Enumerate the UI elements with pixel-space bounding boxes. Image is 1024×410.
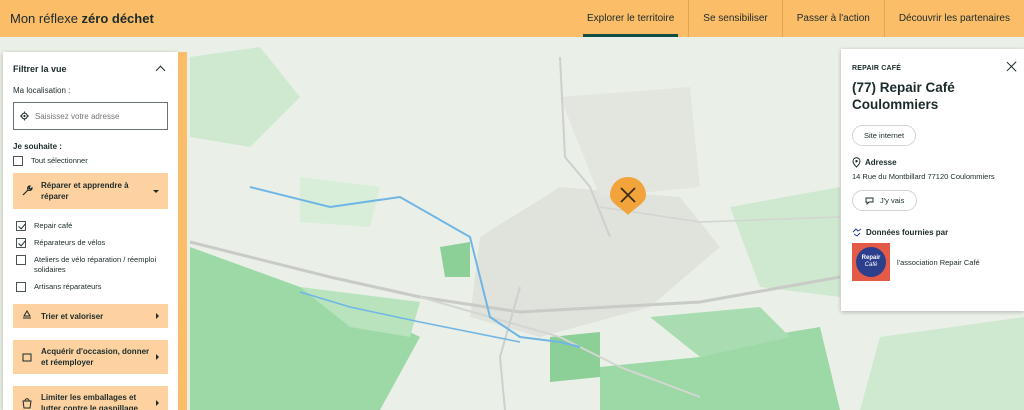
category-occasion[interactable]: Acquérir d'occasion, donner et réemploye… xyxy=(13,340,168,374)
category-emballages[interactable]: Limiter les emballages et lutter contre … xyxy=(13,386,168,410)
category-trier-label: Trier et valoriser xyxy=(41,311,104,321)
nav-explorer[interactable]: Explorer le territoire xyxy=(573,0,688,37)
artisans-checkbox[interactable] xyxy=(16,282,26,292)
nav-action[interactable]: Passer à l'action xyxy=(781,0,884,37)
subitem-velo[interactable]: Réparateurs de vélos xyxy=(3,238,178,248)
address-heading: Adresse xyxy=(852,157,1013,168)
subitem-artisans[interactable]: Artisans réparateurs xyxy=(3,282,178,292)
category-occasion-label: Acquérir d'occasion, donner et réemploye… xyxy=(41,347,150,367)
place-info-panel: REPAIR CAFÉ (77) Repair Café Coulommiers… xyxy=(841,49,1024,311)
brand-bold: zéro déchet xyxy=(81,11,154,26)
address-input[interactable] xyxy=(34,111,161,121)
website-button[interactable]: Site internet xyxy=(852,125,917,146)
directions-icon xyxy=(865,197,874,205)
locate-icon xyxy=(20,111,29,121)
brand-prefix: Mon réflexe xyxy=(10,11,78,26)
select-all-row[interactable]: Tout sélectionner xyxy=(3,156,178,166)
location-pin-icon xyxy=(852,157,861,168)
filter-panel: Filtrer la vue Ma localisation : Je souh… xyxy=(3,52,178,410)
directions-label: J'y vais xyxy=(880,196,905,205)
address-heading-label: Adresse xyxy=(865,158,897,167)
subitem-ateliers[interactable]: Ateliers de vélo réparation / réemploi s… xyxy=(3,255,178,275)
nav-sensibiliser[interactable]: Se sensibiliser xyxy=(688,0,781,37)
ateliers-checkbox[interactable] xyxy=(16,255,26,265)
filter-panel-edge xyxy=(178,52,187,410)
provider-name: l'association Repair Café xyxy=(897,257,980,267)
select-all-checkbox[interactable] xyxy=(13,156,23,166)
site-brand[interactable]: Mon réflexe zéro déchet xyxy=(10,11,154,26)
repair-cafe-checkbox[interactable] xyxy=(16,221,26,231)
map-sport-area xyxy=(550,332,600,382)
caret-right-icon-2 xyxy=(156,354,159,360)
map-park-area-4 xyxy=(440,242,470,277)
repair-cafe-logo: Repair Café xyxy=(852,243,890,281)
repair-cafe-label: Repair café xyxy=(34,221,73,230)
bag-icon xyxy=(22,398,32,409)
provider-row: Repair Café l'association Repair Café xyxy=(852,243,1013,281)
place-type: REPAIR CAFÉ xyxy=(852,65,902,72)
category-trier[interactable]: Trier et valoriser xyxy=(13,304,168,328)
category-emballages-label: Limiter les emballages et lutter contre … xyxy=(41,393,138,410)
artisans-label: Artisans réparateurs xyxy=(34,282,102,291)
filter-title: Filtrer la vue xyxy=(13,64,67,74)
top-header: Mon réflexe zéro déchet Explorer le terr… xyxy=(0,0,1024,37)
place-address: 14 Rue du Montbillard 77120 Coulommiers xyxy=(852,172,995,181)
provider-heading: Données fournies par xyxy=(852,228,1013,237)
category-repair-label: Réparer et apprendre à réparer xyxy=(41,181,129,201)
address-field[interactable] xyxy=(13,102,168,130)
subitem-repair-cafe[interactable]: Repair café xyxy=(3,221,178,231)
handshake-icon xyxy=(852,228,862,237)
location-label: Ma localisation : xyxy=(13,86,71,95)
ateliers-label: Ateliers de vélo réparation / réemploi s… xyxy=(34,255,157,274)
caret-right-icon xyxy=(156,313,159,319)
recycle-icon xyxy=(23,310,31,319)
main-nav: Explorer le territoire Se sensibiliser P… xyxy=(573,0,1024,37)
category-repair[interactable]: Réparer et apprendre à réparer xyxy=(13,173,168,209)
hand-icon xyxy=(22,353,32,362)
filter-header[interactable]: Filtrer la vue xyxy=(3,52,178,76)
caret-down-icon xyxy=(153,189,159,193)
velo-label: Réparateurs de vélos xyxy=(34,238,106,247)
nav-partenaires[interactable]: Découvrir les partenaires xyxy=(883,0,1024,37)
directions-button[interactable]: J'y vais xyxy=(852,190,918,211)
close-icon[interactable] xyxy=(1006,61,1017,72)
provider-heading-label: Données fournies par xyxy=(866,228,949,237)
caret-right-icon-3 xyxy=(156,400,159,406)
velo-checkbox[interactable] xyxy=(16,238,26,248)
select-all-label: Tout sélectionner xyxy=(31,156,88,165)
place-title: (77) Repair Café Coulommiers xyxy=(852,80,955,112)
wrench-icon xyxy=(22,185,33,196)
wish-label: Je souhaite : xyxy=(13,142,62,151)
